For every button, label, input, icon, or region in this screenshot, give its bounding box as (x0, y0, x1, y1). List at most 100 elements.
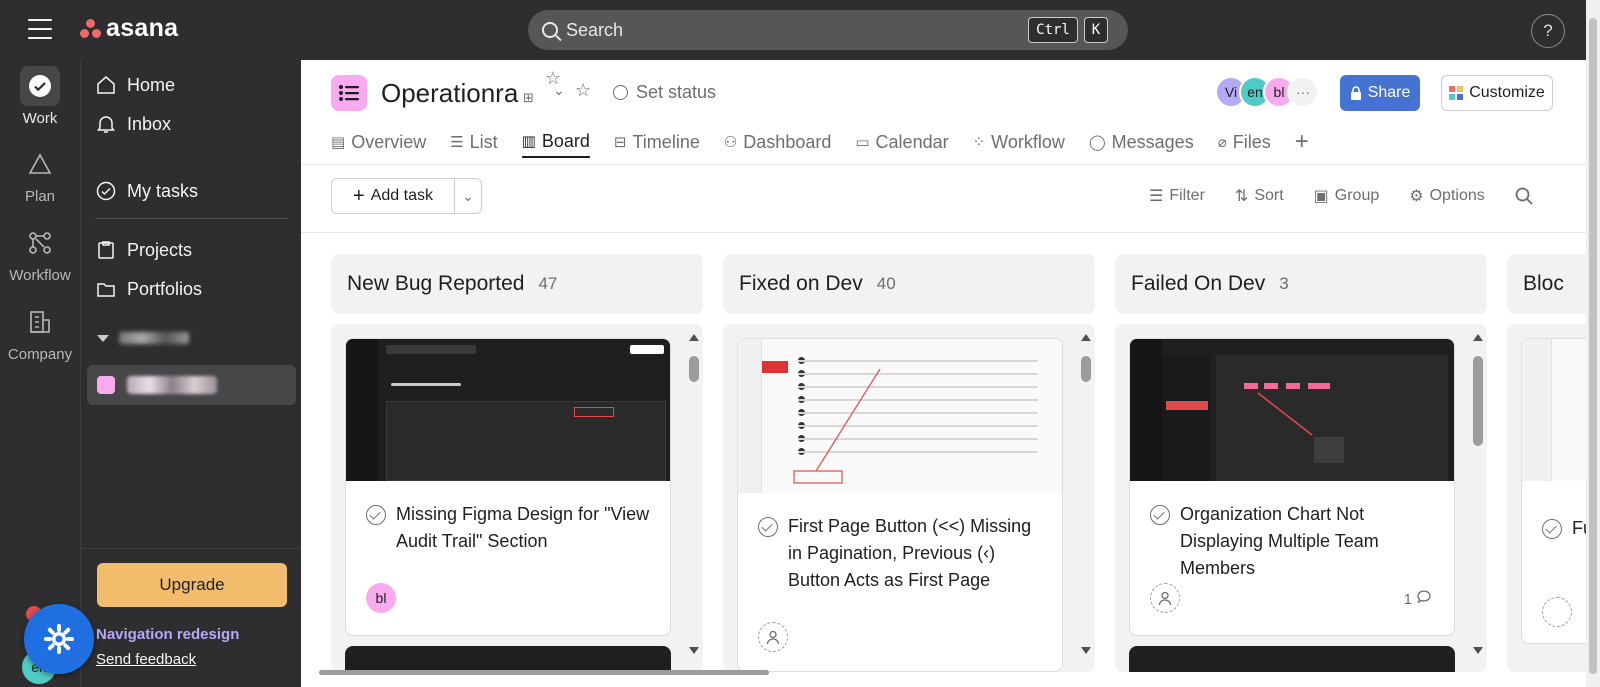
column-header[interactable]: Bloc (1507, 254, 1586, 314)
column-body: Missing Figma Design for "View Audit Tra… (331, 324, 703, 672)
rail-item-company[interactable]: Company (0, 302, 80, 363)
column-header[interactable]: New Bug Reported 47 (331, 254, 703, 314)
customize-button[interactable]: Customize (1441, 75, 1553, 111)
folder-icon (95, 278, 117, 300)
task-card[interactable]: Missing Figma Design for "View Audit Tra… (345, 338, 671, 636)
tab-overview[interactable]: ▤ Overview (331, 126, 426, 158)
complete-check-icon[interactable] (1150, 505, 1170, 525)
add-task-dropdown[interactable]: ⌄ (454, 178, 482, 214)
unassigned-avatar-icon[interactable] (1150, 583, 1180, 613)
project-list-icon[interactable] (331, 75, 367, 111)
board-icon: ▥ (521, 133, 536, 150)
card-cover-image (1130, 339, 1454, 481)
tab-timeline[interactable]: ⊟ Timeline (614, 126, 700, 158)
search-placeholder: Search (566, 19, 624, 40)
team-row[interactable] (97, 332, 189, 344)
share-label: Share (1367, 84, 1411, 101)
task-card[interactable]: First Page Button (<<) Missing in Pagina… (737, 338, 1063, 672)
board-column: Bloc Fu (1507, 254, 1586, 684)
page-scrollbar[interactable] (1586, 0, 1600, 687)
tab-messages[interactable]: ◯ Messages (1089, 126, 1194, 158)
assignee-avatar[interactable]: bl (366, 583, 396, 613)
share-button[interactable]: Share (1340, 75, 1420, 111)
sidebar-project-item[interactable] (87, 365, 296, 405)
board-search-button[interactable] (1515, 187, 1533, 205)
building-icon (20, 302, 60, 342)
rail-label: Plan (24, 188, 56, 205)
options-button[interactable]: ⚙ Options (1409, 186, 1484, 206)
board-column: New Bug Reported 47 Missing Figma Design… (331, 254, 703, 684)
set-status-button[interactable]: Set status (613, 82, 716, 103)
add-task-button[interactable]: + Add task (331, 178, 455, 214)
tab-dashboard[interactable]: ⚇ Dashboard (724, 126, 832, 158)
tab-list[interactable]: ☰ List (450, 126, 497, 158)
complete-check-icon[interactable] (758, 517, 778, 537)
column-header[interactable]: Failed On Dev 3 (1115, 254, 1487, 314)
sort-button[interactable]: ⇅ Sort (1235, 186, 1284, 206)
project-title[interactable]: Operationra (381, 78, 521, 109)
tab-label: Timeline (632, 131, 700, 152)
plus-icon: + (353, 184, 365, 207)
board-horizontal-scrollbar[interactable] (319, 670, 769, 675)
navigation-redesign-link[interactable]: Navigation redesign (96, 626, 239, 643)
status-ring-icon (613, 85, 628, 100)
assistant-fab-button[interactable] (24, 604, 94, 674)
group-button[interactable]: ▣ Group (1314, 186, 1380, 206)
column-scrollbar[interactable] (1473, 334, 1483, 654)
comment-count[interactable]: 1 (1404, 589, 1432, 609)
column-scrollbar[interactable] (689, 334, 699, 654)
favorite-star-icon[interactable]: ☆ (575, 80, 591, 101)
rail-item-workflow[interactable]: Workflow (0, 223, 80, 284)
upgrade-button[interactable]: Upgrade (97, 563, 287, 607)
unassigned-avatar-icon[interactable] (1542, 597, 1572, 627)
rail-item-work[interactable]: Work (0, 66, 80, 127)
top-bar: asana Search Ctrl K ? (0, 0, 1600, 60)
drag-handle-icon: ⊞ (523, 90, 534, 105)
asana-logo[interactable]: asana (80, 14, 178, 43)
tab-label: Overview (351, 131, 427, 152)
options-label: Options (1429, 187, 1485, 204)
comment-bubble-icon (1416, 589, 1432, 609)
tab-workflow[interactable]: ⁘ Workflow (973, 126, 1065, 158)
column-name: Bloc (1523, 272, 1564, 295)
tab-label: Files (1232, 131, 1271, 152)
left-rail: Work Plan Workflow Company (0, 60, 80, 687)
task-card-next[interactable] (345, 646, 671, 672)
project-name-blurred (127, 376, 217, 394)
task-card[interactable]: Organization Chart Not Displaying Multip… (1129, 338, 1455, 636)
chevron-down-icon[interactable]: ⌄ (553, 82, 565, 99)
tab-calendar[interactable]: ▭ Calendar (855, 126, 948, 158)
hamburger-menu-icon[interactable] (28, 19, 52, 39)
column-scrollbar[interactable] (1081, 334, 1091, 654)
toolbar-divider (301, 232, 1586, 233)
search-input[interactable]: Search Ctrl K (528, 10, 1128, 50)
sidebar-item-my-tasks[interactable]: My tasks (95, 173, 198, 209)
sidebar-label: Portfolios (127, 278, 203, 299)
sidebar-item-inbox[interactable]: Inbox (95, 106, 171, 142)
add-tab-plus-icon[interactable]: + (1295, 126, 1309, 158)
home-icon (95, 74, 117, 96)
send-feedback-link[interactable]: Send feedback (96, 651, 196, 668)
column-header[interactable]: Fixed on Dev 40 (723, 254, 1095, 314)
rail-item-plan[interactable]: Plan (0, 144, 80, 205)
complete-check-icon[interactable] (1542, 519, 1562, 539)
workflow-icon: ⁘ (972, 134, 986, 151)
help-button[interactable]: ? (1531, 14, 1565, 48)
complete-check-icon[interactable] (366, 505, 386, 525)
tab-files[interactable]: ⌀ Files (1218, 126, 1271, 158)
sidebar-item-home[interactable]: Home (95, 67, 175, 103)
card-title: Fu (1542, 515, 1586, 542)
asana-logo-icon (80, 18, 102, 39)
member-avatars[interactable]: Vi en bl ··· (1215, 76, 1319, 108)
sidebar-item-projects[interactable]: Projects (95, 232, 192, 268)
shortcut-k: K (1084, 17, 1108, 43)
paperclip-icon: ⌀ (1217, 134, 1227, 151)
task-card[interactable]: Fu (1521, 338, 1586, 644)
task-card-next[interactable] (1129, 646, 1455, 672)
tab-label: Dashboard (743, 131, 832, 152)
unassigned-avatar-icon[interactable] (758, 622, 788, 652)
tab-board[interactable]: ▥ Board (521, 126, 590, 158)
sidebar-item-portfolios[interactable]: Portfolios (95, 271, 202, 307)
filter-button[interactable]: ☰ Filter (1149, 186, 1205, 206)
shortcut-ctrl: Ctrl (1028, 17, 1078, 43)
